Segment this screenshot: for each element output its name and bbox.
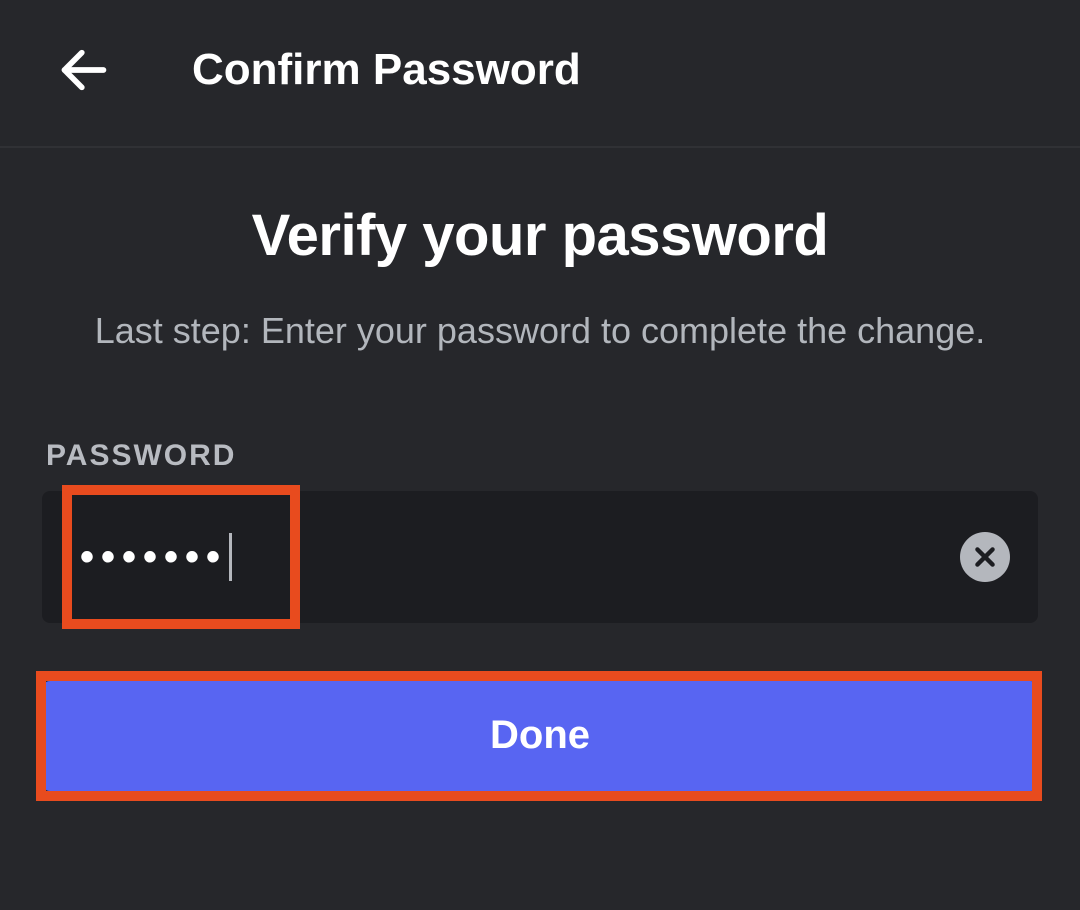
- password-input-container[interactable]: •••••••: [42, 491, 1038, 623]
- arrow-left-icon: [58, 44, 110, 96]
- password-label: PASSWORD: [46, 439, 1038, 473]
- header-title: Confirm Password: [192, 45, 581, 95]
- done-button-container: Done: [42, 681, 1038, 791]
- done-button[interactable]: Done: [42, 681, 1038, 791]
- password-masked-display: •••••••: [66, 533, 232, 581]
- close-icon: [972, 544, 998, 570]
- page-subtitle: Last step: Enter your password to comple…: [80, 303, 1000, 359]
- text-cursor: [229, 533, 232, 581]
- header-bar: Confirm Password: [0, 0, 1080, 148]
- password-dots: •••••••: [80, 537, 227, 577]
- back-button[interactable]: [54, 40, 114, 100]
- content-area: Verify your password Last step: Enter yo…: [0, 148, 1080, 791]
- page-title: Verify your password: [42, 202, 1038, 269]
- clear-input-button[interactable]: [960, 532, 1010, 582]
